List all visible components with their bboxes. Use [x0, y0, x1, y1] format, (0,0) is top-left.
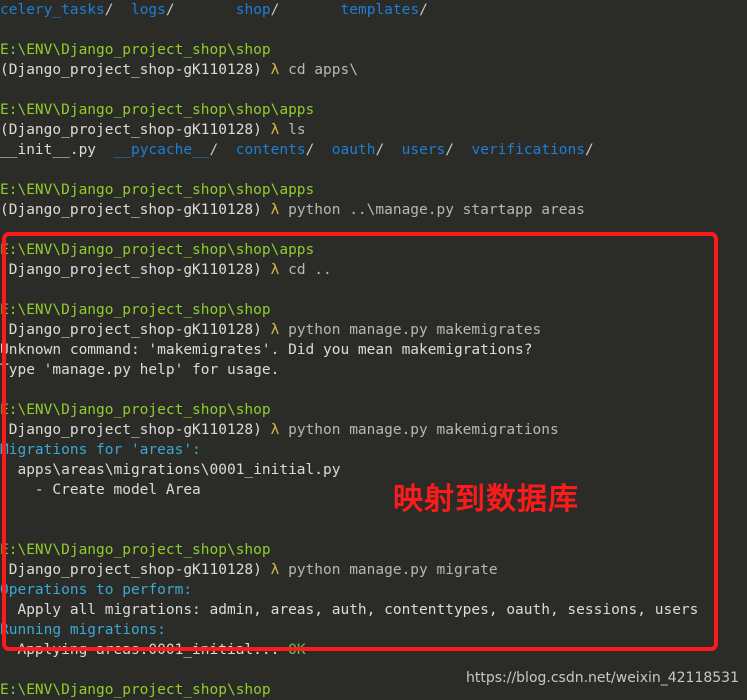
terminal-window: celery_tasks/ logs/ shop/ templates/ E:\…: [0, 0, 747, 700]
chinese-annotation-text: 映射到数据库: [393, 483, 579, 517]
dir-slash: /: [105, 2, 114, 18]
spacer: [114, 2, 131, 18]
command-info-line: Running migrations:: [0, 620, 747, 640]
venv-prompt: (Django_project_shop-gK110128): [0, 322, 271, 338]
dir-slash: /: [445, 142, 454, 158]
terminal-blank-line: [0, 520, 747, 540]
terminal-blank-line: [0, 20, 747, 40]
command-prompt-line[interactable]: (Django_project_shop-gK110128) λ python …: [0, 420, 747, 440]
terminal-blank-line: [0, 380, 747, 400]
command-prompt-line[interactable]: (Django_project_shop-gK110128) λ cd apps…: [0, 60, 747, 80]
spacer: [279, 2, 340, 18]
directory-listing-row: celery_tasks/ logs/ shop/ templates/: [0, 0, 747, 20]
dir-slash: /: [375, 142, 384, 158]
spacer: [218, 142, 235, 158]
terminal-blank-line: [0, 220, 747, 240]
command-prompt-line[interactable]: (Django_project_shop-gK110128) λ cd ..: [0, 260, 747, 280]
terminal-output[interactable]: celery_tasks/ logs/ shop/ templates/ E:\…: [0, 0, 747, 700]
dir-slash: /: [419, 2, 428, 18]
typed-command: python manage.py makemigrates: [279, 322, 541, 338]
typed-command: python ..\manage.py startapp areas: [279, 202, 585, 218]
spacer: [314, 142, 331, 158]
file-entry: __init__.py: [0, 142, 96, 158]
command-info-line: Operations to perform:: [0, 580, 747, 600]
venv-prompt: (Django_project_shop-gK110128): [0, 122, 271, 138]
cwd-path-line: E:\ENV\Django_project_shop\shop\apps: [0, 240, 747, 260]
cwd-path-line: E:\ENV\Django_project_shop\shop: [0, 300, 747, 320]
venv-prompt: (Django_project_shop-gK110128): [0, 422, 271, 438]
dir-entry: users: [402, 142, 446, 158]
dir-entry: shop: [236, 2, 271, 18]
cwd-path-line: E:\ENV\Django_project_shop\shop: [0, 40, 747, 60]
output-line: - Create model Area: [0, 480, 747, 500]
venv-prompt: (Django_project_shop-gK110128): [0, 262, 271, 278]
command-prompt-line[interactable]: (Django_project_shop-gK110128) λ ls: [0, 120, 747, 140]
output-line: Apply all migrations: admin, areas, auth…: [0, 600, 747, 620]
status-ok: OK: [288, 642, 305, 658]
cwd-path-line: E:\ENV\Django_project_shop\shop: [0, 540, 747, 560]
typed-command: ls: [279, 122, 305, 138]
dir-slash: /: [166, 2, 175, 18]
dir-entry: contents: [236, 142, 306, 158]
terminal-blank-line: [0, 280, 747, 300]
spacer: [594, 142, 611, 158]
typed-command: cd apps\: [279, 62, 358, 78]
spacer: [384, 142, 401, 158]
dir-slash: /: [306, 142, 315, 158]
typed-command: python manage.py makemigrations: [279, 422, 558, 438]
output-line: apps\areas\migrations\0001_initial.py: [0, 460, 747, 480]
dir-entry: templates: [341, 2, 420, 18]
migration-applying-line: Applying areas.0001_initial... OK: [0, 640, 747, 660]
watermark-url: https://blog.csdn.net/weixin_42118531: [466, 668, 739, 688]
dir-slash: /: [585, 142, 594, 158]
cwd-path-line: E:\ENV\Django_project_shop\shop\apps: [0, 180, 747, 200]
terminal-blank-line: [0, 160, 747, 180]
dir-entry: oauth: [332, 142, 376, 158]
dir-entry: celery_tasks: [0, 2, 105, 18]
spacer: [96, 142, 113, 158]
command-info-line: Migrations for 'areas':: [0, 440, 747, 460]
venv-prompt: (Django_project_shop-gK110128): [0, 562, 271, 578]
directory-listing-row: __init__.py __pycache__/ contents/ oauth…: [0, 140, 747, 160]
output-line: Type 'manage.py help' for usage.: [0, 360, 747, 380]
command-prompt-line[interactable]: (Django_project_shop-gK110128) λ python …: [0, 200, 747, 220]
venv-prompt: (Django_project_shop-gK110128): [0, 202, 271, 218]
command-prompt-line[interactable]: (Django_project_shop-gK110128) λ python …: [0, 560, 747, 580]
terminal-blank-line: [0, 500, 747, 520]
applying-text: Applying areas.0001_initial...: [0, 642, 288, 658]
dir-entry: logs: [131, 2, 166, 18]
spacer: [454, 142, 471, 158]
dir-slash: /: [210, 142, 219, 158]
command-prompt-line[interactable]: (Django_project_shop-gK110128) λ python …: [0, 320, 747, 340]
terminal-blank-line: [0, 80, 747, 100]
venv-prompt: (Django_project_shop-gK110128): [0, 62, 271, 78]
output-line: Unknown command: 'makemigrates'. Did you…: [0, 340, 747, 360]
dir-entry: __pycache__: [114, 142, 210, 158]
cwd-path-line: E:\ENV\Django_project_shop\shop\apps: [0, 100, 747, 120]
spacer: [175, 2, 236, 18]
typed-command: cd ..: [279, 262, 331, 278]
cwd-path-line: E:\ENV\Django_project_shop\shop: [0, 400, 747, 420]
typed-command: python manage.py migrate: [279, 562, 497, 578]
dir-entry: verifications: [472, 142, 586, 158]
